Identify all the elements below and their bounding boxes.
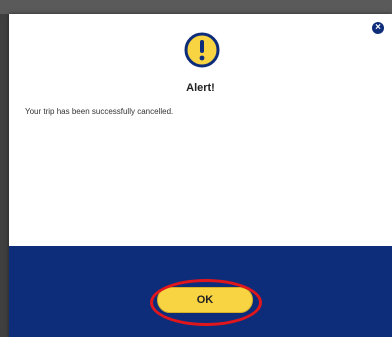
dialog-title: Alert! (186, 82, 215, 94)
background-page-strip (0, 0, 392, 14)
close-icon[interactable]: × (372, 22, 384, 34)
ok-button[interactable]: OK (157, 287, 253, 313)
dialog-footer: OK (9, 246, 392, 337)
exclamation-circle-icon (184, 32, 220, 68)
alert-dialog: × Alert! Your trip has been successfully… (9, 14, 392, 337)
dialog-message: Your trip has been successfully cancelle… (25, 107, 174, 116)
